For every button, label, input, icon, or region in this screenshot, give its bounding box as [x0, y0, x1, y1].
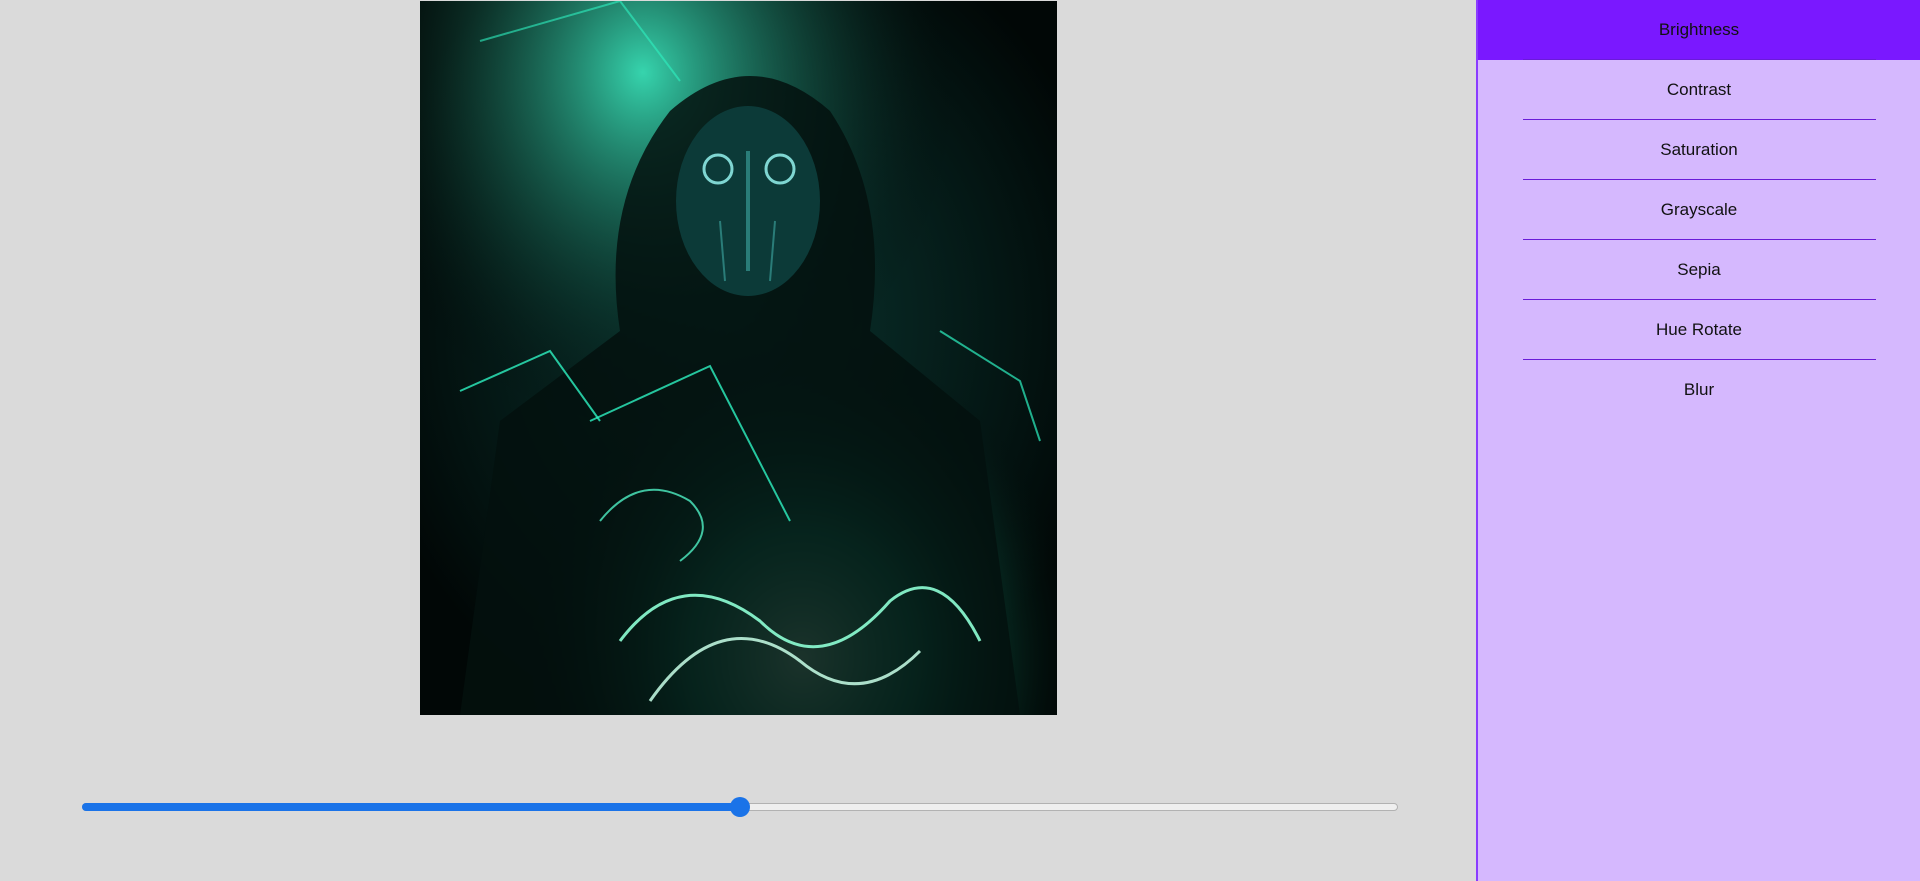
filter-label: Brightness [1658, 20, 1740, 39]
slider-fill [82, 803, 740, 811]
filter-label: Blur [1683, 380, 1715, 399]
adjustment-slider[interactable] [82, 796, 1400, 818]
slider-thumb[interactable] [730, 797, 750, 817]
preview-image [420, 1, 1057, 715]
preview-image-art [420, 1, 1057, 715]
filter-sepia[interactable]: Sepia [1478, 240, 1920, 300]
editor-main [0, 0, 1476, 881]
filter-label: Sepia [1677, 260, 1721, 279]
filter-label: Grayscale [1660, 200, 1738, 219]
filter-hue-rotate[interactable]: Hue Rotate [1478, 300, 1920, 360]
filter-blur[interactable]: Blur [1478, 360, 1920, 420]
filter-label: Hue Rotate [1656, 320, 1742, 339]
filter-contrast[interactable]: Contrast [1478, 60, 1920, 120]
filter-brightness[interactable]: Brightness [1478, 0, 1920, 60]
filter-sidebar: Brightness Contrast Saturation Grayscale… [1476, 0, 1920, 881]
filter-label: Saturation [1660, 140, 1738, 159]
filter-label: Contrast [1666, 80, 1732, 99]
filter-saturation[interactable]: Saturation [1478, 120, 1920, 180]
filter-grayscale[interactable]: Grayscale [1478, 180, 1920, 240]
